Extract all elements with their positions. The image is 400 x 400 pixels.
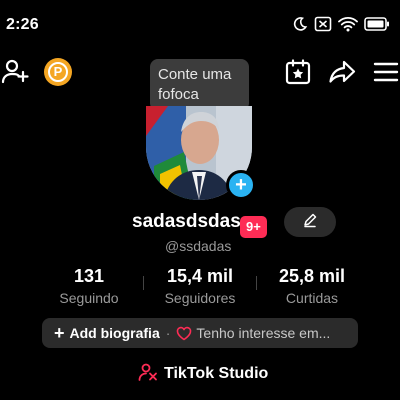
add-bio-button[interactable]: Add biografia (70, 325, 160, 341)
add-friend-icon[interactable] (0, 56, 30, 86)
profile-handle: @ssdadas (165, 238, 232, 254)
stat-label: Seguindo (59, 290, 119, 306)
stat-divider (256, 276, 257, 290)
studio-icon (138, 362, 158, 387)
points-letter: P (48, 62, 68, 82)
mute-icon (314, 16, 332, 32)
battery-icon (364, 17, 390, 31)
plus-icon: + (54, 323, 65, 343)
calendar-icon[interactable] (283, 57, 313, 87)
stats-row: 131 Seguindo 15,4 mil Seguidores 25,8 mi… (0, 266, 400, 308)
bio-separator: · (165, 325, 171, 341)
username: sadasdsdas (132, 211, 241, 232)
stat-label: Seguidores (164, 290, 236, 306)
stat-value: 131 (73, 266, 105, 286)
bio-bar[interactable]: + Add biografia · Tenho interesse em... (42, 318, 358, 348)
wifi-icon (338, 16, 358, 32)
stat-likes[interactable]: 25,8 mil Curtidas (272, 266, 352, 306)
heart-icon (176, 326, 192, 341)
stat-value: 25,8 mil (278, 266, 346, 286)
share-icon[interactable] (327, 57, 357, 87)
points-icon[interactable]: P (44, 58, 72, 86)
plus-icon: + (235, 174, 247, 196)
status-icons (292, 16, 390, 32)
name-row: sadasdsdas 9+ (0, 207, 400, 238)
stat-following[interactable]: 131 Seguindo (52, 266, 126, 306)
menu-icon[interactable] (372, 57, 400, 87)
stat-divider (143, 276, 144, 290)
tiktok-studio-link[interactable]: TikTok Studio (138, 363, 268, 385)
pencil-icon (302, 212, 318, 233)
avatar-add-button[interactable]: + (226, 170, 256, 200)
notification-badge[interactable]: 9+ (240, 216, 267, 238)
status-bar: 2:26 (0, 0, 400, 52)
stat-value: 15,4 mil (166, 266, 234, 286)
status-tooltip[interactable]: Conte uma fofoca (150, 59, 249, 111)
stat-followers[interactable]: 15,4 mil Seguidores (159, 266, 241, 306)
studio-label: TikTok Studio (164, 365, 269, 382)
interests-button[interactable]: Tenho interesse em... (196, 325, 330, 341)
moon-icon (292, 16, 308, 32)
edit-profile-button[interactable] (284, 207, 336, 237)
status-time: 2:26 (6, 16, 39, 33)
stat-label: Curtidas (285, 290, 339, 306)
